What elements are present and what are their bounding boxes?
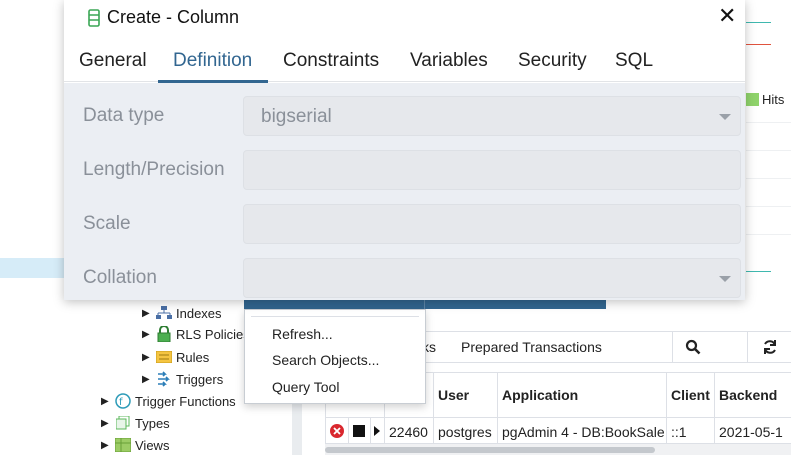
tree-item-label: Views bbox=[135, 437, 170, 453]
cell-backend: 2021-05-1 bbox=[719, 424, 783, 440]
cell-pid: 22460 bbox=[389, 424, 428, 440]
tab-constraints[interactable]: Constraints bbox=[283, 50, 379, 72]
types-icon bbox=[115, 416, 131, 430]
expand-arrow-icon[interactable]: ▶ bbox=[142, 308, 156, 319]
tree-item-label: RLS Policies bbox=[176, 326, 250, 342]
expand-arrow-icon[interactable]: ▶ bbox=[101, 440, 115, 451]
tab-general[interactable]: General bbox=[79, 50, 147, 72]
dialog-header[interactable]: Create - Column ✕ bbox=[64, 0, 745, 38]
hits-legend-swatch bbox=[746, 93, 759, 106]
tab-sql[interactable]: SQL bbox=[615, 50, 653, 72]
tree-item-label: Trigger Functions bbox=[135, 393, 236, 409]
data-type-value: bigserial bbox=[261, 106, 332, 127]
data-type-label: Data type bbox=[83, 105, 165, 126]
menu-item-refresh[interactable]: Refresh... bbox=[272, 326, 333, 342]
tree-item-indexes[interactable]: ▶ Indexes bbox=[142, 303, 222, 323]
column-header-client[interactable]: Client bbox=[671, 387, 710, 403]
column-header-backend[interactable]: Backend bbox=[719, 387, 777, 403]
expand-row-icon[interactable] bbox=[374, 426, 380, 436]
expand-arrow-icon[interactable]: ▶ bbox=[142, 374, 156, 385]
close-icon[interactable]: ✕ bbox=[718, 4, 736, 28]
chevron-down-icon bbox=[719, 276, 731, 282]
tab-prepared-transactions[interactable]: Prepared Transactions bbox=[461, 339, 602, 355]
context-menu: Refresh... Search Objects... Query Tool bbox=[244, 309, 426, 404]
refresh-icon bbox=[763, 340, 776, 354]
tree-item-trigger-functions[interactable]: ▶ f Trigger Functions bbox=[101, 391, 236, 411]
data-type-select[interactable]: bigserial bbox=[243, 96, 741, 136]
tab-definition[interactable]: Definition bbox=[173, 50, 252, 72]
views-icon bbox=[115, 438, 131, 452]
tree-item-label: Triggers bbox=[176, 371, 224, 387]
tree-item-rules[interactable]: ▶ Rules bbox=[142, 347, 209, 367]
trigger-functions-icon: f bbox=[115, 393, 131, 409]
terminate-session-icon[interactable] bbox=[330, 424, 344, 438]
tree-item-label: Types bbox=[135, 415, 170, 431]
expand-arrow-icon[interactable]: ▶ bbox=[101, 418, 115, 429]
hits-legend-label: Hits bbox=[762, 92, 785, 107]
cell-client: ::1 bbox=[671, 424, 687, 440]
horizontal-scrollbar[interactable] bbox=[325, 444, 791, 455]
create-column-dialog: Create - Column ✕ General Definition Con… bbox=[64, 0, 745, 300]
dialog-title: Create - Column bbox=[107, 7, 240, 27]
dialog-tabs: General Definition Constraints Variables… bbox=[64, 38, 745, 82]
scale-label: Scale bbox=[83, 213, 131, 234]
cell-user: postgres bbox=[438, 424, 492, 440]
tree-item-label: Indexes bbox=[176, 305, 222, 321]
chevron-down-icon bbox=[719, 114, 731, 120]
expand-arrow-icon[interactable]: ▶ bbox=[142, 352, 156, 363]
tree-item-label: Rules bbox=[176, 349, 210, 365]
tab-security[interactable]: Security bbox=[518, 50, 587, 72]
expand-arrow-icon[interactable]: ▶ bbox=[142, 329, 156, 340]
tree-selected-row[interactable] bbox=[0, 258, 70, 278]
triggers-icon bbox=[156, 371, 172, 387]
length-precision-label: Length/Precision bbox=[83, 159, 225, 180]
collation-select[interactable] bbox=[243, 258, 741, 298]
tree-item-views[interactable]: ▶ Views bbox=[101, 435, 169, 455]
column-header-application[interactable]: Application bbox=[502, 387, 578, 403]
svg-text:f: f bbox=[119, 397, 123, 408]
cancel-query-icon[interactable] bbox=[353, 425, 365, 437]
dialog-body: Data type bigserial Length/Precision Sca… bbox=[64, 83, 745, 300]
scale-field[interactable] bbox=[243, 204, 741, 244]
cell-application: pgAdmin 4 - DB:BookSale bbox=[502, 424, 664, 440]
column-icon bbox=[88, 9, 100, 27]
rls-policies-icon bbox=[156, 326, 172, 342]
search-button[interactable] bbox=[672, 331, 712, 363]
tree-item-triggers[interactable]: ▶ Triggers bbox=[142, 369, 223, 389]
expand-arrow-icon[interactable]: ▶ bbox=[101, 396, 115, 407]
refresh-button[interactable] bbox=[747, 331, 791, 363]
indexes-icon bbox=[156, 306, 172, 320]
tree-item-rls-policies[interactable]: ▶ RLS Policies bbox=[142, 324, 250, 344]
menu-item-search-objects[interactable]: Search Objects... bbox=[272, 352, 379, 368]
tree-item-types[interactable]: ▶ Types bbox=[101, 413, 170, 433]
length-precision-field[interactable] bbox=[243, 150, 741, 190]
column-header-user[interactable]: User bbox=[438, 387, 469, 403]
tab-variables[interactable]: Variables bbox=[410, 50, 488, 72]
search-icon bbox=[685, 339, 700, 355]
collation-label: Collation bbox=[83, 267, 157, 288]
menu-item-query-tool[interactable]: Query Tool bbox=[272, 379, 339, 395]
rules-icon bbox=[156, 350, 172, 364]
